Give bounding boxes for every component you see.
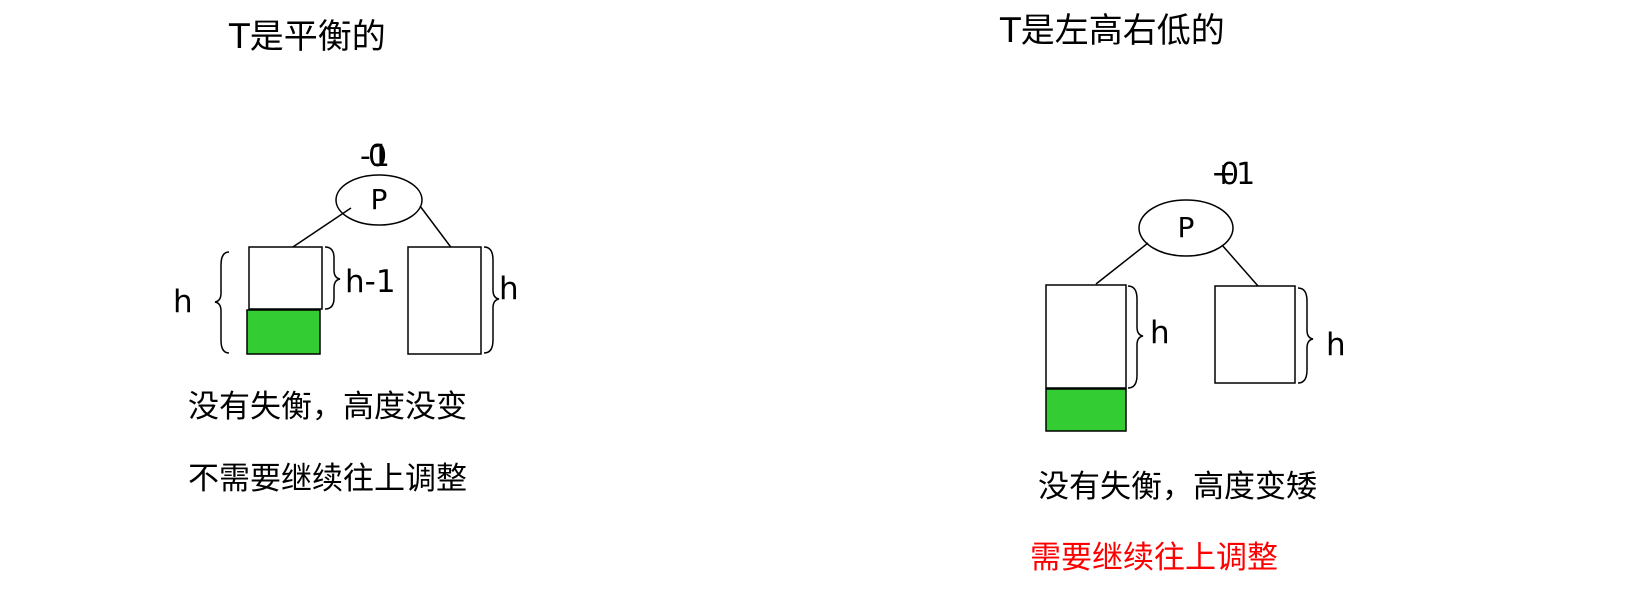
right-left-subtree-box	[1045, 284, 1127, 389]
right-brace-h-left-subtree	[1127, 285, 1144, 389]
left-caption-line2: 不需要继续往上调整	[188, 461, 467, 497]
right-caption-line2: 需要继续往上调整	[1030, 540, 1278, 576]
left-right-subtree-box	[407, 246, 482, 355]
left-edge-to-right-subtree	[419, 205, 454, 251]
right-label-h-right-subtree: h	[1326, 327, 1346, 363]
left-balance-new: 0	[368, 139, 388, 174]
right-title: T是左高右低的	[1000, 11, 1225, 51]
right-caption-line1: 没有失衡，高度变矮	[1038, 469, 1317, 505]
left-brace-h-left	[214, 251, 230, 354]
left-node-p-label: P	[370, 183, 388, 216]
left-title: T是平衡的	[229, 17, 386, 57]
right-right-subtree-box	[1214, 285, 1296, 384]
left-caption-line1: 没有失衡，高度没变	[188, 389, 467, 425]
right-label-h-left-subtree: h	[1150, 315, 1170, 351]
right-brace-h-right-subtree	[1297, 287, 1314, 384]
right-inserted-block	[1045, 388, 1127, 432]
right-node-p-label: P	[1177, 211, 1195, 244]
left-brace-h-right	[483, 246, 500, 354]
left-left-subtree-box	[248, 246, 323, 310]
left-label-h-total: h	[173, 284, 193, 320]
left-label-h-minus-1: h-1	[345, 264, 396, 300]
left-balance-factor: -1 0	[360, 142, 400, 174]
left-label-h-right: h	[499, 271, 519, 307]
right-balance-new: 0	[1220, 157, 1240, 192]
left-brace-h-minus-1	[324, 246, 341, 310]
right-balance-factor: +1 0	[1211, 160, 1261, 192]
right-edge-to-left-subtree	[1095, 242, 1149, 285]
left-inserted-block	[246, 309, 321, 355]
avl-diagram-canvas	[214, 174, 1314, 432]
right-edge-to-right-subtree	[1221, 244, 1259, 287]
